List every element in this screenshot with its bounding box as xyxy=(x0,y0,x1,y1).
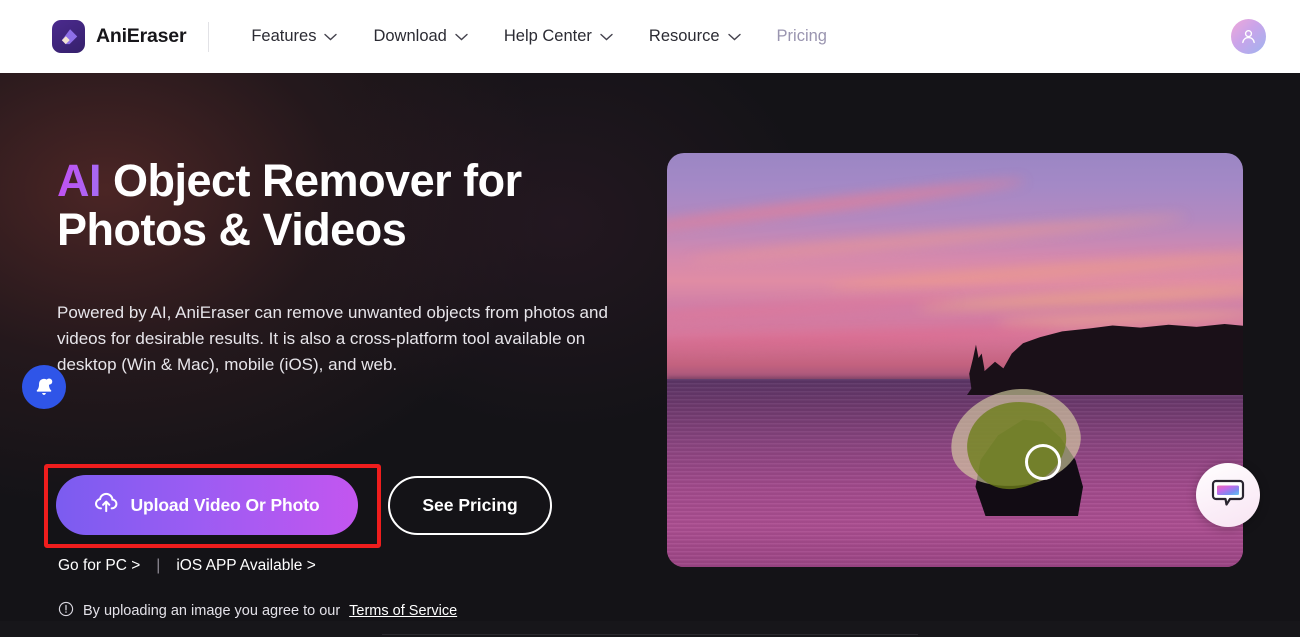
brush-cursor-ring xyxy=(1025,444,1061,480)
upload-video-or-photo-button[interactable]: Upload Video Or Photo xyxy=(56,475,358,535)
nav-item-help-center[interactable]: Help Center xyxy=(486,17,631,57)
chevron-down-icon xyxy=(455,27,468,46)
hero-left-column: AI Object Remover for Photos & Videos Po… xyxy=(22,155,657,619)
headline-accent: AI xyxy=(57,155,102,206)
top-navigation-bar: AniEraser Features Download Help Center xyxy=(0,0,1300,73)
nav-item-label: Pricing xyxy=(776,27,827,45)
nav-item-download[interactable]: Download xyxy=(355,17,485,57)
user-avatar-icon[interactable] xyxy=(1231,19,1266,54)
see-pricing-button[interactable]: See Pricing xyxy=(388,475,552,535)
headline-rest: Object Remover for Photos & Videos xyxy=(57,155,522,255)
hero-section: AI Object Remover for Photos & Videos Po… xyxy=(0,73,1300,621)
brand-logo[interactable]: AniEraser xyxy=(52,20,187,53)
hero-subcopy: Powered by AI, AniEraser can remove unwa… xyxy=(57,303,608,375)
ocean-water xyxy=(667,379,1243,567)
page-root: AniEraser Features Download Help Center xyxy=(0,0,1300,637)
page-title: AI Object Remover for Photos & Videos xyxy=(57,155,657,255)
nav-item-resource[interactable]: Resource xyxy=(631,17,759,57)
brand-name: AniEraser xyxy=(96,25,187,47)
nav-item-pricing[interactable]: Pricing xyxy=(759,17,845,57)
nav-item-label: Features xyxy=(251,27,317,45)
nav-item-label: Resource xyxy=(648,27,720,45)
info-exclamation-icon xyxy=(58,601,74,621)
brand-divider xyxy=(208,21,210,52)
nav-item-label: Download xyxy=(373,27,447,45)
link-separator: | xyxy=(156,557,161,574)
bell-icon[interactable] xyxy=(22,365,66,409)
hero-preview-image[interactable] xyxy=(667,153,1243,567)
upload-button-label: Upload Video Or Photo xyxy=(130,494,320,515)
nav-item-features[interactable]: Features xyxy=(233,17,355,57)
platform-links-row: Go for PC > | iOS APP Available > xyxy=(58,557,316,575)
chat-widget-button[interactable] xyxy=(1196,463,1260,527)
eraser-logo-icon xyxy=(52,20,85,53)
chevron-down-icon xyxy=(727,27,741,46)
cloud-upload-icon xyxy=(94,492,119,518)
ios-app-available-link[interactable]: iOS APP Available > xyxy=(176,557,315,575)
chat-bubble-icon xyxy=(1211,477,1245,514)
next-section-edge xyxy=(382,634,918,635)
nav-links: Features Download Help Center Resource P… xyxy=(233,17,845,57)
hero-cta-row: Upload Video Or Photo See Pricing xyxy=(56,475,552,535)
go-for-pc-link[interactable]: Go for PC > xyxy=(58,557,140,575)
terms-notice: By uploading an image you agree to our T… xyxy=(58,601,457,621)
nav-item-label: Help Center xyxy=(503,27,592,45)
chevron-down-icon xyxy=(324,27,338,46)
terms-text: By uploading an image you agree to our xyxy=(83,603,341,619)
terms-of-service-link[interactable]: Terms of Service xyxy=(349,603,457,619)
chevron-down-icon xyxy=(600,27,613,46)
